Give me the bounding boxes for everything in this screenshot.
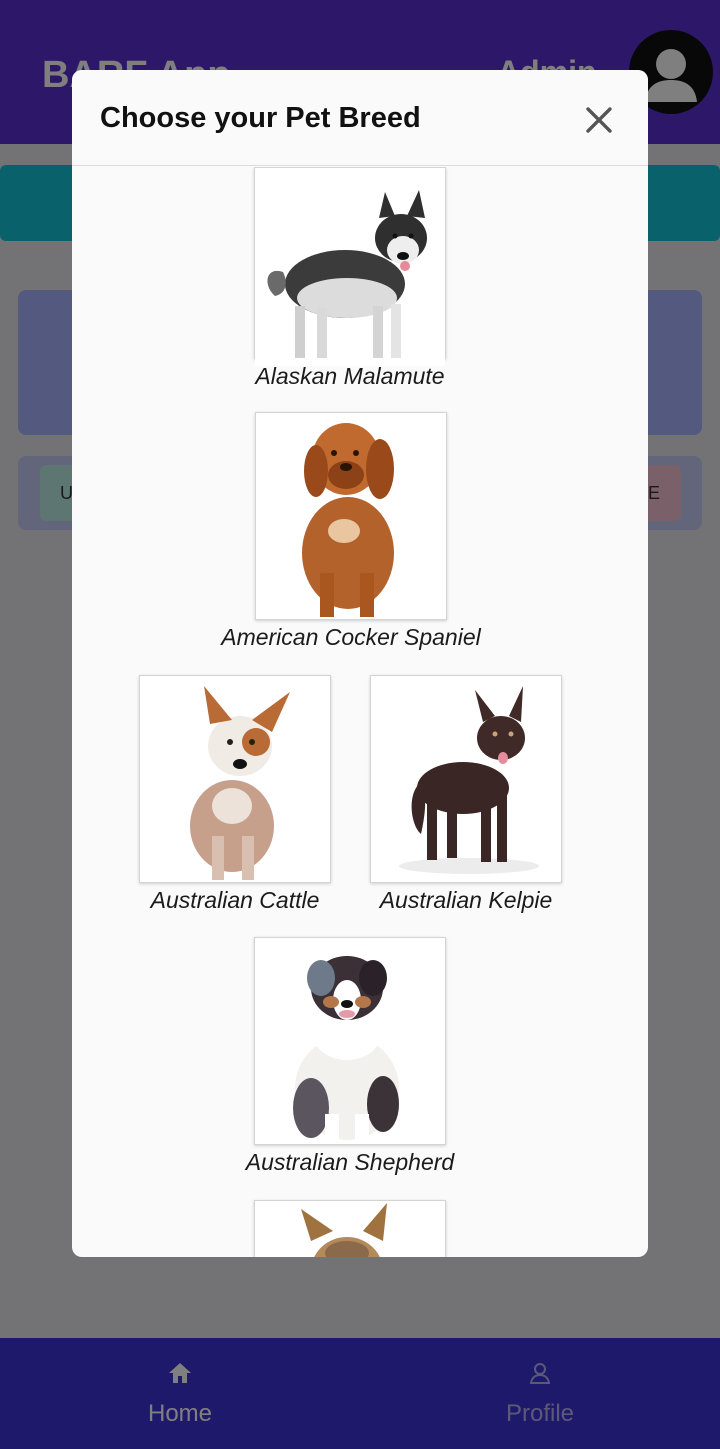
breed-card-australian-shepherd[interactable]: Australian Shepherd (246, 937, 454, 1175)
breed-photo (255, 412, 447, 620)
breed-photo (254, 167, 446, 366)
kelpie-dog-icon (371, 676, 561, 882)
breed-picker-dialog: Choose your Pet Breed Alaskan Malamute A… (72, 70, 648, 1257)
breed-list[interactable]: Alaskan Malamute American Cocker Spaniel… (72, 167, 648, 1257)
breed-photo (370, 675, 562, 883)
breed-card-next[interactable] (254, 1200, 446, 1257)
breed-name: American Cocker Spaniel (221, 624, 481, 650)
mastiff-dog-icon (256, 413, 446, 619)
breed-name: Australian Shepherd (245, 1149, 455, 1175)
breed-photo (139, 675, 331, 883)
breed-photo (254, 1200, 446, 1257)
breed-card-australian-kelpie[interactable]: Australian Kelpie (370, 675, 562, 913)
close-icon[interactable] (582, 103, 616, 137)
breed-name: Alaskan Malamute (255, 363, 445, 389)
breed-name: Australian Kelpie (379, 887, 553, 913)
breed-card-australian-cattle[interactable]: Australian Cattle (139, 675, 331, 913)
yorkie-dog-icon (255, 1201, 445, 1257)
malamute-dog-icon (255, 176, 445, 366)
breed-photo (254, 937, 446, 1145)
breed-card-american-cocker-spaniel[interactable]: American Cocker Spaniel (221, 412, 481, 650)
breed-card-alaskan-malamute[interactable]: Alaskan Malamute (254, 167, 446, 389)
cattle-dog-icon (140, 676, 330, 882)
dialog-header: Choose your Pet Breed (72, 70, 648, 166)
dialog-title: Choose your Pet Breed (100, 102, 421, 134)
shepherd-dog-icon (255, 938, 445, 1144)
